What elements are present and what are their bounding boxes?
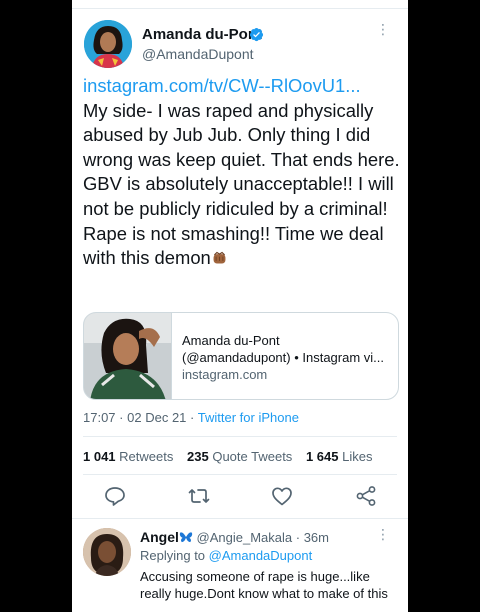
tweet-detail-screen: Amanda du-Pont @AmandaDupont ⋮ instagram… [72, 0, 408, 612]
tweet-source[interactable]: Twitter for iPhone [198, 410, 299, 425]
reply-author-handle[interactable]: @Angie_Makala [197, 530, 293, 545]
replying-label: Replying to [140, 548, 206, 563]
replying-to-handle[interactable]: @AmandaDupont [209, 548, 313, 563]
action-bar [72, 484, 408, 510]
retweet-icon[interactable] [187, 484, 211, 508]
reply-author-name[interactable]: Angel [140, 529, 179, 545]
retweets-label[interactable]: Retweets [119, 449, 173, 464]
like-icon[interactable] [270, 484, 294, 508]
fist-emoji-icon [213, 251, 226, 264]
reply-separator: · [295, 530, 301, 545]
butterfly-icon [179, 532, 193, 543]
divider [83, 436, 397, 437]
tweet-link[interactable]: instagram.com/tv/CW--RlOovU1... [83, 74, 401, 99]
reply-more-options-icon[interactable]: ⋮ [376, 527, 390, 541]
tweet-text: My side- I was raped and physically abus… [83, 99, 400, 269]
author-name[interactable]: Amanda du-Pont [142, 26, 262, 43]
quotes-count[interactable]: 235 [187, 449, 209, 464]
divider [83, 474, 397, 475]
quotes-label[interactable]: Quote Tweets [212, 449, 292, 464]
meta-separator: · [190, 410, 195, 425]
more-options-icon[interactable]: ⋮ [376, 22, 390, 36]
author-handle[interactable]: @AmandaDupont [142, 46, 254, 62]
tweet-meta: 17:07 · 02 Dec 21 · Twitter for iPhone [83, 410, 299, 425]
link-preview-card[interactable]: Amanda du-Pont (@amandadupont) • Instagr… [83, 312, 399, 400]
likes-count[interactable]: 1 645 [306, 449, 339, 464]
verified-badge-icon [249, 27, 264, 42]
reply-time: 36m [303, 530, 329, 545]
retweets-count[interactable]: 1 041 [83, 449, 116, 464]
top-divider [72, 8, 408, 9]
card-domain: instagram.com [182, 367, 268, 382]
meta-separator: · [119, 410, 124, 425]
divider [72, 518, 408, 519]
reply-text: Accusing someone of rape is huge...like … [140, 569, 388, 601]
tweet-body: instagram.com/tv/CW--RlOovU1... My side-… [83, 74, 401, 271]
tweet-date: 02 Dec 21 [127, 410, 187, 425]
tweet-stats: 1 041 Retweets 235 Quote Tweets 1 645 Li… [83, 449, 372, 464]
tweet-time: 17:07 [83, 410, 116, 425]
card-thumbnail [84, 313, 172, 399]
share-icon[interactable] [354, 484, 378, 508]
reply-icon[interactable] [103, 484, 127, 508]
reply-header: Angel @Angie_Makala · 36m [140, 529, 329, 545]
reply-author-avatar[interactable] [83, 528, 131, 576]
card-title: Amanda du-Pont [182, 333, 280, 348]
card-description: (@amandadupont) • Instagram vi... [182, 350, 385, 365]
replying-to: Replying to @AmandaDupont [140, 548, 312, 563]
author-avatar[interactable] [84, 20, 132, 68]
likes-label[interactable]: Likes [342, 449, 372, 464]
